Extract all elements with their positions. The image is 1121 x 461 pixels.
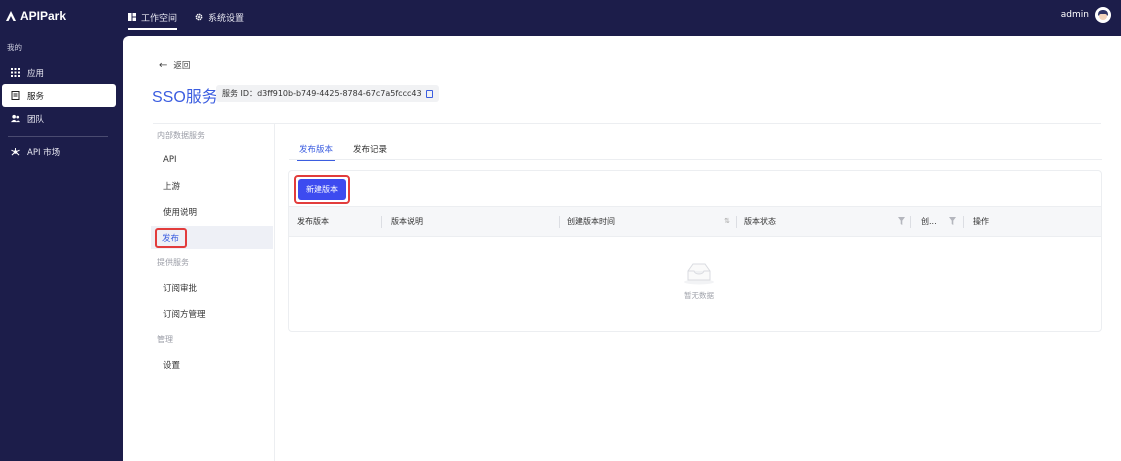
avatar[interactable] [1095,7,1111,23]
column-header-actions: 操作 [973,217,989,226]
team-icon [11,114,20,123]
column-header-label: 创建版本时间 [567,217,615,226]
user-name: admin [1060,10,1089,20]
column-header-creator[interactable]: 创... [921,207,941,236]
subnav-item-label: 订阅审批 [163,283,198,294]
versions-card: 新建版本 发布版本 版本说明 创建版本时间 ⇅ 版本状态 创... 操作 暂无数… [288,170,1102,332]
service-subnav: 内部数据服务 API 上游 使用说明 发布 提供服务 订阅审批 订阅方管理 管理… [151,124,275,461]
sidebar-item-apps[interactable]: 应用 [2,61,116,84]
sidebar-item-label: 应用 [27,68,45,79]
subnav-group-internal: 内部数据服务 [157,131,205,140]
brand-logo[interactable]: APIPark [5,9,66,23]
subnav-item-settings[interactable]: 设置 [151,353,273,376]
tab-system-settings-label: 系统设置 [208,13,245,24]
tabs-divider [289,159,1102,160]
column-separator [559,216,560,228]
sidebar-item-label: 服务 [27,91,45,102]
new-version-highlight: 新建版本 [294,175,350,204]
table-header: 发布版本 版本说明 创建版本时间 ⇅ 版本状态 创... 操作 [289,206,1101,237]
main-panel: ← 返回 SSO服务 服务 ID： d3ff910b-b749-4425-878… [123,36,1121,461]
tab-publish-records[interactable]: 发布记录 [351,140,389,161]
empty-text: 暂无数据 [684,291,714,300]
sidebar-section-label: 我的 [7,43,22,52]
subnav-item-label: 订阅方管理 [163,309,206,320]
sidebar-item-label: API 市场 [27,147,61,158]
dashboard-icon [128,13,136,21]
market-icon [11,147,20,156]
publish-tabs: 发布版本 发布记录 [297,140,405,161]
subnav-item-upstream[interactable]: 上游 [151,174,273,197]
subnav-item-usage-docs[interactable]: 使用说明 [151,200,273,223]
empty-state: 暂无数据 [669,261,729,301]
tab-workspace-label: 工作空间 [141,13,178,24]
sidebar-item-api-market[interactable]: API 市场 [2,140,116,163]
subnav-item-api[interactable]: API [151,148,273,171]
filter-icon[interactable] [949,217,956,225]
column-separator [910,216,911,228]
subnav-item-subscriber-management[interactable]: 订阅方管理 [151,302,273,325]
page-title: SSO服务 [152,89,218,106]
top-bar: APIPark 工作空间 系统设置 admin [0,0,1121,34]
empty-inbox-icon [684,263,714,285]
service-id-badge: 服务 ID： d3ff910b-b749-4425-8784-67c7a5fcc… [216,85,439,102]
column-separator [381,216,382,228]
sidebar-item-team[interactable]: 团队 [2,107,116,130]
column-separator [736,216,737,228]
back-link[interactable]: ← 返回 [159,59,191,72]
arrow-left-icon: ← [159,59,168,71]
sort-icon[interactable]: ⇅ [724,207,730,236]
top-nav: 工作空间 系统设置 [128,0,262,34]
subnav-item-label: 发布 [155,227,188,248]
service-id-value: d3ff910b-b749-4425-8784-67c7a5fccc43 [257,89,422,98]
tab-publish-version[interactable]: 发布版本 [297,140,336,161]
column-header-created-time[interactable]: 创建版本时间 ⇅ [567,207,730,236]
user-menu[interactable]: admin [1061,7,1111,23]
subnav-item-subscription-review[interactable]: 订阅审批 [151,276,273,299]
subnav-group-provided: 提供服务 [157,258,189,267]
sidebar-item-label: 团队 [27,114,45,125]
subnav-item-label: 使用说明 [163,207,198,218]
sidebar-divider [8,136,108,137]
column-separator [963,216,964,228]
copy-icon[interactable] [425,89,433,98]
grid-icon [11,68,20,77]
subnav-item-label: API [163,154,177,165]
subnav-item-label: 上游 [163,181,181,192]
subnav-item-label: 设置 [163,360,181,371]
column-header-version[interactable]: 发布版本 [297,207,387,236]
server-icon [11,91,20,100]
tab-system-settings[interactable]: 系统设置 [195,0,244,34]
sidebar-item-services[interactable]: 服务 [2,84,116,107]
column-header-description[interactable]: 版本说明 [391,207,561,236]
new-version-button[interactable]: 新建版本 [298,179,346,200]
back-label: 返回 [173,61,191,71]
brand-name: APIPark [20,9,67,23]
service-id-label: 服务 ID： [222,89,258,98]
tab-workspace[interactable]: 工作空间 [128,0,178,34]
filter-icon[interactable] [898,217,905,225]
gear-icon [195,13,203,21]
header-divider [153,123,1101,124]
sidebar: 我的 应用 服务 团队 API 市场 [0,34,123,461]
apipark-logo-icon [6,11,16,21]
subnav-group-manage: 管理 [157,335,173,344]
subnav-item-publish[interactable]: 发布 [151,226,273,249]
column-header-status[interactable]: 版本状态 [744,207,904,236]
